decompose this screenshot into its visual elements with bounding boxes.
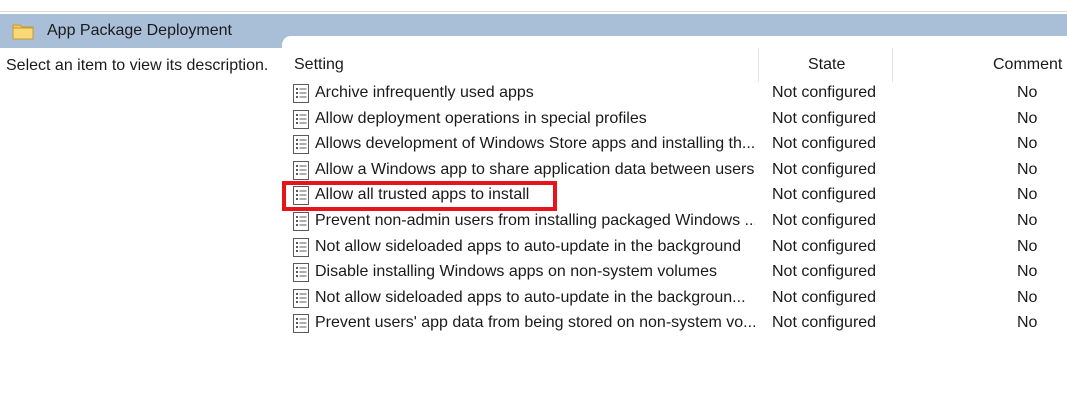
setting-state: Not configured bbox=[772, 314, 877, 332]
setting-comment: No bbox=[1017, 212, 1038, 229]
policy-setting-icon bbox=[292, 212, 310, 231]
table-row[interactable]: Prevent users' app data from being store… bbox=[282, 311, 1067, 337]
setting-comment: No bbox=[1017, 84, 1038, 101]
setting-comment: No bbox=[1017, 237, 1038, 255]
table-row[interactable]: Not allow sideloaded apps to auto-update… bbox=[282, 235, 1067, 261]
setting-state: Not configured bbox=[772, 109, 877, 127]
setting-state: Not configured bbox=[772, 160, 877, 178]
table-row[interactable]: Allow deployment operations in special p… bbox=[282, 107, 1067, 133]
setting-comment: No bbox=[1017, 160, 1038, 178]
setting-name: Not allow sideloaded apps to auto-update… bbox=[315, 237, 742, 255]
column-separator[interactable] bbox=[892, 48, 893, 82]
setting-state: Not configured bbox=[772, 237, 877, 255]
setting-comment: No bbox=[1017, 109, 1038, 127]
setting-state: Not configured bbox=[772, 135, 877, 153]
policy-setting-icon bbox=[292, 288, 310, 308]
category-header: App Package Deployment bbox=[0, 14, 282, 48]
description-text: Select an item to view its description. bbox=[6, 57, 269, 74]
column-header-setting[interactable]: Setting bbox=[294, 56, 344, 74]
setting-name: Prevent non-admin users from installing … bbox=[315, 212, 755, 229]
column-header-comment[interactable]: Comment bbox=[993, 56, 1062, 74]
setting-name: Archive infrequently used apps bbox=[315, 84, 534, 101]
table-row[interactable]: Allows development of Windows Store apps… bbox=[282, 132, 1067, 158]
column-header-state[interactable]: State bbox=[808, 56, 845, 74]
table-row[interactable]: Archive infrequently used apps Not config… bbox=[282, 81, 1067, 107]
policy-setting-icon bbox=[292, 109, 310, 129]
table-row[interactable]: Disable installing Windows apps on non-s… bbox=[282, 260, 1067, 286]
policy-setting-icon bbox=[292, 237, 310, 257]
table-row[interactable]: Prevent non-admin users from installing … bbox=[282, 209, 1067, 235]
category-title: App Package Deployment bbox=[47, 22, 232, 39]
setting-name: Allows development of Windows Store apps… bbox=[315, 135, 755, 153]
setting-state: Not configured bbox=[772, 263, 877, 281]
folder-icon bbox=[12, 24, 34, 40]
setting-name: Allow deployment operations in special p… bbox=[315, 109, 647, 127]
policy-setting-icon bbox=[292, 84, 310, 103]
setting-name: Disable installing Windows apps on non-s… bbox=[315, 263, 717, 281]
policy-setting-icon bbox=[292, 263, 310, 283]
table-row[interactable]: Not allow sideloaded apps to auto-update… bbox=[282, 286, 1067, 312]
setting-name: Not allow sideloaded apps to auto-update… bbox=[315, 288, 746, 306]
table-row[interactable]: Allow a Windows app to share application… bbox=[282, 158, 1067, 184]
policy-setting-icon bbox=[292, 160, 310, 180]
setting-comment: No bbox=[1017, 314, 1038, 332]
setting-comment: No bbox=[1017, 186, 1038, 204]
setting-state: Not configured bbox=[772, 212, 877, 229]
setting-comment: No bbox=[1017, 288, 1038, 306]
setting-state: Not configured bbox=[772, 84, 877, 101]
setting-comment: No bbox=[1017, 263, 1038, 281]
top-strip bbox=[0, 0, 1067, 12]
setting-comment: No bbox=[1017, 135, 1038, 153]
setting-state: Not configured bbox=[772, 288, 877, 306]
policy-setting-icon bbox=[292, 314, 310, 334]
setting-name: Allow a Windows app to share application… bbox=[315, 160, 755, 178]
setting-name: Prevent users' app data from being store… bbox=[315, 314, 755, 332]
setting-state: Not configured bbox=[772, 186, 877, 204]
highlight-box bbox=[282, 181, 557, 211]
policy-setting-icon bbox=[292, 135, 310, 155]
column-separator[interactable] bbox=[758, 48, 759, 82]
